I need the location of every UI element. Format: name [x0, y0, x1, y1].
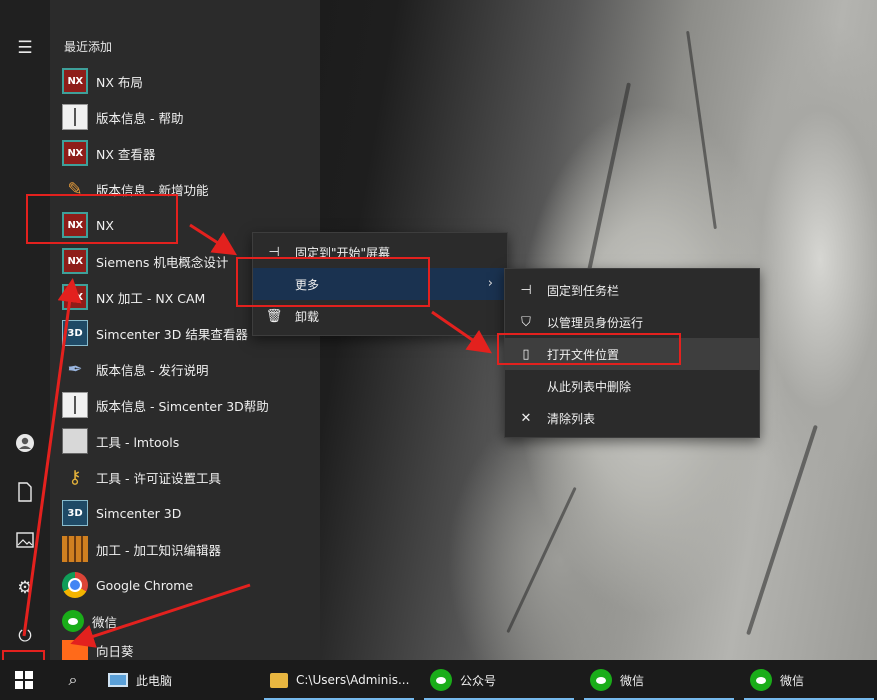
taskbar: ⌕ 此电脑 C:\Users\Adminis... 公众号 微信 微信 — [0, 660, 877, 700]
arrow-to-more — [189, 223, 238, 256]
folder-icon — [270, 672, 288, 688]
search-button[interactable]: ⌕ — [60, 660, 86, 700]
taskbar-item-explorer[interactable]: C:\Users\Adminis... — [270, 660, 409, 700]
wechat-icon — [750, 669, 772, 691]
windows-logo-icon — [15, 671, 33, 689]
taskbar-label: C:\Users\Adminis... — [296, 673, 410, 687]
taskbar-item-this-pc[interactable]: 此电脑 — [108, 660, 172, 700]
wechat-icon — [590, 669, 612, 691]
taskbar-item-wechat-1[interactable]: 微信 — [590, 660, 644, 700]
arrow-to-nx — [22, 278, 82, 637]
taskbar-label: 此电脑 — [136, 673, 173, 688]
arrow-to-start — [70, 583, 251, 648]
taskbar-label: 微信 — [780, 673, 805, 688]
annotation-arrows — [22, 223, 492, 648]
taskbar-label: 公众号 — [460, 673, 497, 688]
start-button[interactable] — [0, 660, 48, 700]
wechat-icon — [430, 669, 452, 691]
taskbar-label: 微信 — [620, 673, 645, 688]
arrow-to-open-location — [431, 310, 492, 354]
taskbar-item-wechat-2[interactable]: 微信 — [750, 660, 804, 700]
computer-icon — [108, 673, 128, 687]
taskbar-item-gongzhonghao[interactable]: 公众号 — [430, 660, 496, 700]
search-icon: ⌕ — [68, 670, 78, 689]
